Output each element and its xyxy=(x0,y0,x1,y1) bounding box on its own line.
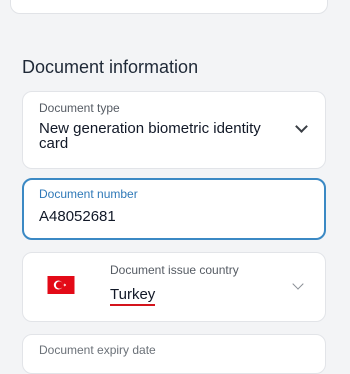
document-type-label: Document type xyxy=(39,101,120,115)
previous-card xyxy=(10,0,328,14)
document-number-field[interactable]: Document number A48052681 xyxy=(22,178,326,240)
expiry-date-label: Document expiry date xyxy=(39,343,156,357)
document-type-select[interactable]: Document type New generation biometric i… xyxy=(22,91,326,169)
document-number-label: Document number xyxy=(39,187,138,201)
turkey-flag-icon xyxy=(47,276,75,294)
issue-country-value: Turkey xyxy=(110,287,156,306)
chevron-down-icon xyxy=(292,278,304,290)
issue-country-label: Document issue country xyxy=(110,263,239,277)
issue-country-select[interactable]: Document issue country Turkey xyxy=(22,252,326,322)
section-title: Document information xyxy=(22,57,199,77)
document-type-value: New generation biometric identity card xyxy=(39,120,261,152)
chevron-down-icon xyxy=(295,120,308,133)
expiry-date-field[interactable]: Document expiry date xyxy=(22,334,326,374)
document-number-value[interactable]: A48052681 xyxy=(39,209,116,224)
